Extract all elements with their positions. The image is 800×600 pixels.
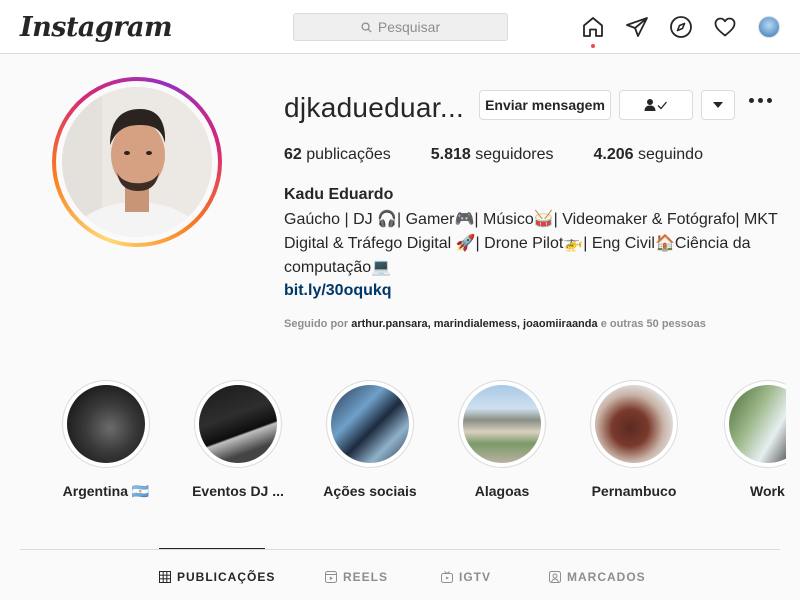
highlight-cover [595,385,673,463]
explore-compass-icon[interactable] [669,15,693,39]
highlight-cover [199,385,277,463]
following-button[interactable] [619,90,693,120]
notification-dot [591,44,595,48]
tab-reels[interactable]: REELS [325,570,388,584]
top-navigation: Instagram Pesquisar [0,0,800,54]
bio-link[interactable]: bit.ly/30oqukq [284,282,392,300]
home-icon[interactable] [581,15,605,39]
profile-avatar-icon[interactable] [758,16,780,38]
followed-by-names: arthur.pansara, marindialemess, joaomiir… [351,318,598,330]
highlight-label: Eventos DJ ... [192,483,284,499]
highlight-label: Alagoas [474,483,530,499]
highlight-eventos-dj[interactable]: Eventos DJ ... [178,380,298,499]
following-stat[interactable]: 4.206 seguindo [594,146,703,164]
followers-stat[interactable]: 5.818 seguidores [431,146,554,164]
tabs-divider [20,549,780,550]
profile-stats: 62 publicações 5.818 seguidores 4.206 se… [284,146,743,164]
chevron-down-icon [713,102,723,108]
direct-message-icon[interactable] [625,15,649,39]
more-options-icon[interactable] [749,98,773,110]
highlight-work[interactable]: Work [706,380,786,499]
profile-full-name: Kadu Eduardo [284,186,394,203]
instagram-logo[interactable]: Instagram [20,12,173,43]
reels-icon [325,571,337,583]
send-message-button[interactable]: Enviar mensagem [479,90,611,120]
tagged-icon [549,571,561,583]
highlight-label: Argentina 🇦🇷 [62,483,150,499]
activity-heart-icon[interactable] [713,15,737,39]
posts-stat: 62 publicações [284,146,391,163]
tab-publicacoes[interactable]: PUBLICAÇÕES [159,570,275,584]
highlight-cover [67,385,145,463]
highlight-cover [331,385,409,463]
search-placeholder: Pesquisar [377,19,441,35]
highlight-label: Pernambuco [591,483,677,499]
search-input[interactable]: Pesquisar [293,13,508,41]
profile-story-ring[interactable] [52,77,222,247]
suggestions-dropdown-button[interactable] [701,90,735,120]
tab-igtv[interactable]: IGTV [441,570,491,584]
followed-by-text[interactable]: Seguido por arthur.pansara, marindialeme… [284,318,706,330]
active-tab-indicator [159,548,265,549]
highlight-cover [463,385,541,463]
highlight-label: Ações sociais [323,483,417,499]
profile-username: djkadueduar... [284,92,465,123]
highlight-alagoas[interactable]: Alagoas [442,380,562,499]
person-check-icon [644,99,667,111]
igtv-icon [441,571,453,583]
highlight-label: Work [750,483,785,499]
profile-picture [62,87,212,237]
bio-line: computação💻 [284,259,392,276]
profile-bio: Gaúcho | DJ 🎧| Gamer🎮| Músico🥁| Videomak… [284,208,794,280]
highlight-acoes-sociais[interactable]: Ações sociais [310,380,430,499]
bio-line: Digital & Tráfego Digital 🚀| Drone Pilot… [284,235,751,252]
highlight-argentina[interactable]: Argentina 🇦🇷 [46,380,166,500]
bio-line: Gaúcho | DJ 🎧| Gamer🎮| Músico🥁| Videomak… [284,211,778,228]
highlight-pernambuco[interactable]: Pernambuco [574,380,694,499]
tab-marcados[interactable]: MARCADOS [549,570,646,584]
grid-icon [159,571,171,583]
search-icon [361,21,372,33]
highlight-cover [729,385,786,463]
